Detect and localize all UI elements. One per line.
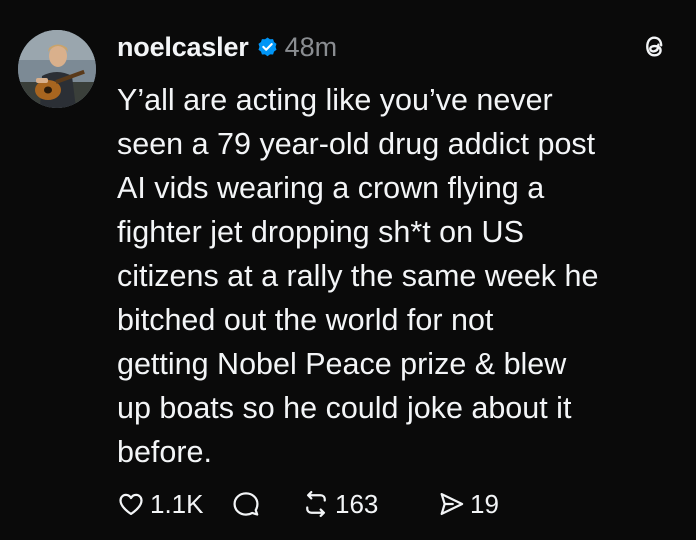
post-body-line: Y’all are acting like you’ve never (117, 83, 553, 117)
share-button[interactable]: 19 (437, 489, 499, 520)
post-header: noelcasler 48m (117, 27, 337, 67)
post-body: Y’all are acting like you’ve never seen … (117, 78, 677, 474)
post-body-line: seen a 79 year-old drug addict post (117, 127, 596, 161)
heart-icon (119, 493, 143, 516)
like-button[interactable]: 1.1K (117, 489, 232, 520)
share-count: 19 (470, 488, 499, 519)
post-body-line: before. (117, 435, 212, 469)
threads-post: noelcasler 48m Y’all are acting like you… (0, 0, 696, 540)
reply-button[interactable] (232, 490, 302, 518)
repost-button[interactable]: 163 (302, 489, 437, 520)
post-body-line: getting Nobel Peace prize & blew (117, 347, 567, 381)
post-actions: 1.1K 163 19 (117, 486, 499, 522)
post-body-line: citizens at a rally the same week he (117, 259, 599, 293)
like-count: 1.1K (150, 488, 204, 519)
post-timestamp: 48m (284, 31, 338, 62)
username[interactable]: noelcasler (117, 32, 249, 63)
threads-logo-icon (638, 30, 671, 63)
verified-badge-icon (256, 36, 279, 59)
post-body-line: fighter jet dropping sh*t on US (117, 215, 524, 249)
comment-bubble-icon (233, 492, 259, 516)
post-body-line: up boats so he could joke about it (117, 391, 572, 425)
avatar[interactable] (18, 30, 96, 108)
repost-count: 163 (335, 488, 379, 519)
post-body-line: bitched out the world for not (117, 303, 494, 337)
post-body-line: AI vids wearing a crown flying a (117, 171, 545, 205)
repost-icon (306, 490, 326, 518)
share-icon (440, 492, 464, 516)
avatar-photo (18, 30, 96, 108)
